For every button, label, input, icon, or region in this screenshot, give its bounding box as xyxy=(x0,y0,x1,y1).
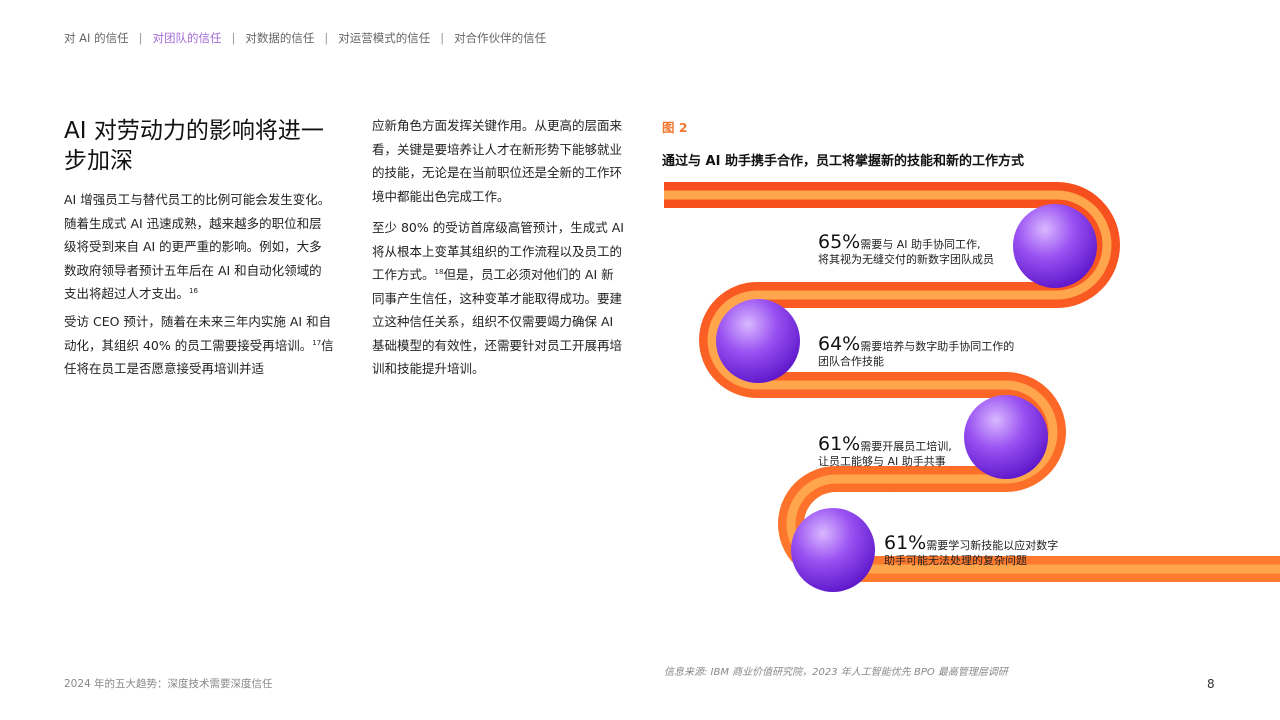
sphere-icon xyxy=(964,395,1048,479)
stat-percent: 61% xyxy=(884,532,927,554)
stat-text: 助手可能无法处理的复杂问题 xyxy=(884,554,1027,567)
figure-source: 信息来源: IBM 商业价值研究院，2023 年人工智能优先 BPO 最高管理层… xyxy=(664,667,1008,678)
sphere-icon xyxy=(716,299,800,383)
page-number: 8 xyxy=(1207,677,1215,691)
stat-text: 让员工能够与 AI 助手共事 xyxy=(818,455,946,468)
stat-text: 将其视为无缝交付的新数字团队成员 xyxy=(818,253,994,266)
sphere-icon xyxy=(1013,204,1097,288)
stat-percent: 64% xyxy=(818,333,861,355)
stat-callout: 64%需要培养与数字助手协同工作的 团队合作技能 xyxy=(818,333,1014,369)
stat-percent: 65% xyxy=(818,231,861,253)
stat-percent: 61% xyxy=(818,433,861,455)
stat-text: 需要培养与数字助手协同工作的 xyxy=(860,340,1015,353)
footer-title: 2024 年的五大趋势：深度技术需要深度信任 xyxy=(64,678,273,690)
stat-text: 需要开展员工培训, xyxy=(860,440,952,453)
winding-path-graphic xyxy=(664,182,1280,592)
stat-text: 需要与 AI 助手协同工作, xyxy=(860,238,981,251)
stat-callout: 65%需要与 AI 助手协同工作, 将其视为无缝交付的新数字团队成员 xyxy=(818,231,994,267)
stat-text: 需要学习新技能以应对数字 xyxy=(926,539,1059,552)
stat-text: 团队合作技能 xyxy=(818,355,884,368)
sphere-icon xyxy=(791,508,875,592)
stat-callout: 61%需要学习新技能以应对数字 助手可能无法处理的复杂问题 xyxy=(884,532,1058,568)
stat-callout: 61%需要开展员工培训, 让员工能够与 AI 助手共事 xyxy=(818,433,952,469)
